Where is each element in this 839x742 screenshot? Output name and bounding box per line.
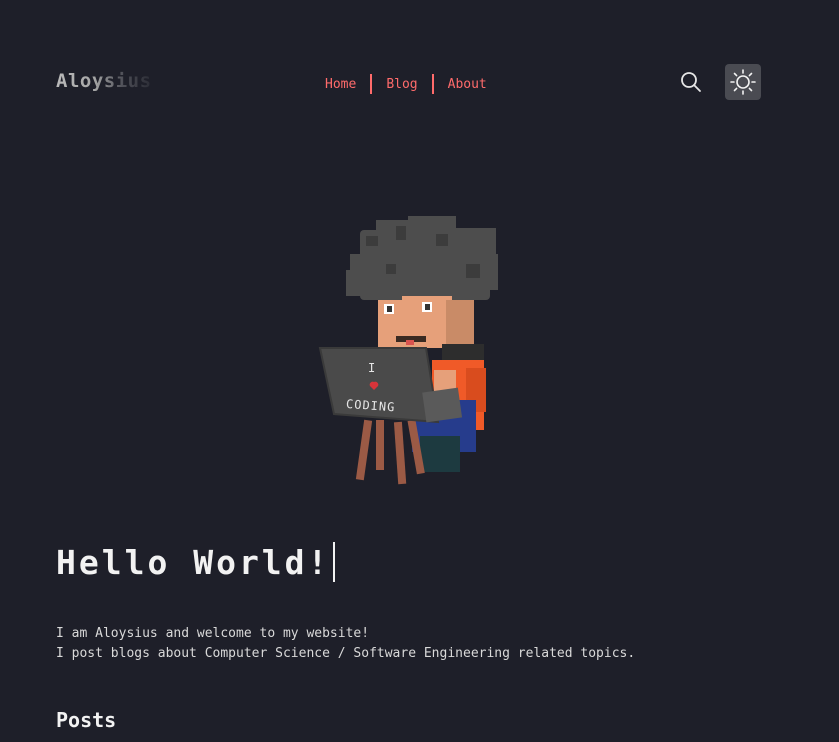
sun-icon [730, 69, 756, 95]
posts-heading: Posts [56, 708, 117, 732]
page: Aloysius Home Blog About I CODING Hello … [0, 0, 839, 742]
site-logo[interactable]: Aloysius [56, 70, 152, 92]
nav-blog-link[interactable]: Blog [386, 77, 417, 92]
nav-home-link[interactable]: Home [325, 77, 356, 92]
site-header: Aloysius Home Blog About [56, 62, 761, 102]
theme-toggle-button[interactable] [725, 64, 761, 100]
hero-title: Hello World! [56, 542, 336, 582]
main-nav: Home Blog About [325, 74, 487, 94]
intro-line-1: I am Aloysius and welcome to my website! [56, 626, 370, 641]
laptop-text-i: I [368, 361, 375, 375]
search-icon [681, 72, 701, 92]
nav-about-link[interactable]: About [448, 77, 487, 92]
typing-cursor [333, 542, 336, 582]
voxel-avatar: I CODING [318, 216, 498, 485]
search-button[interactable] [680, 71, 702, 93]
nav-divider [370, 74, 373, 94]
intro-line-2: I post blogs about Computer Science / So… [56, 646, 636, 661]
hero-title-text: Hello World! [56, 542, 331, 582]
avatar-illustration: I CODING [316, 214, 506, 486]
nav-divider [431, 74, 434, 94]
intro-text: I am Aloysius and welcome to my website!… [56, 624, 635, 664]
